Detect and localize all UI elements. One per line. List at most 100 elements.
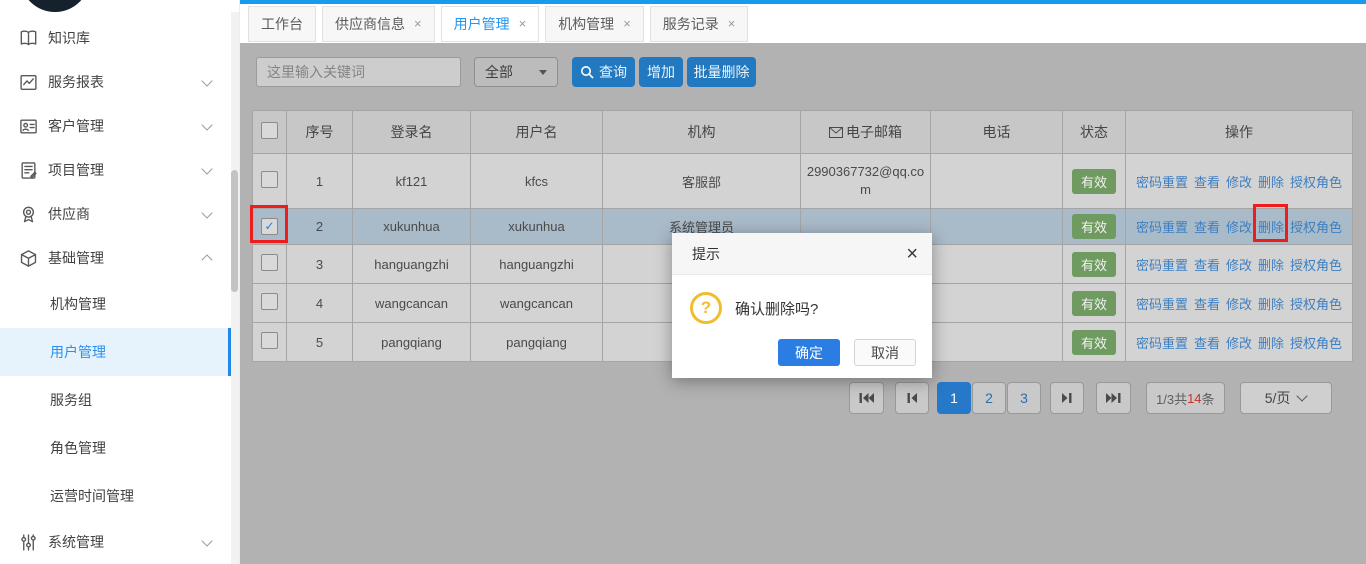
sidebar-item-label: 运营时间管理 <box>50 486 134 506</box>
tab-label: 工作台 <box>261 14 303 34</box>
query-button[interactable]: 查询 <box>572 57 635 87</box>
row-checkbox[interactable] <box>261 254 278 271</box>
sidebar-item-service-group[interactable]: 服务组 <box>0 376 239 424</box>
sidebar-item-service-reports[interactable]: 服务报表 <box>0 60 239 104</box>
annotation-box-checkbox <box>250 205 288 243</box>
sidebar-item-label: 机构管理 <box>50 294 106 314</box>
header-cell: 序号 <box>287 111 353 154</box>
view-link[interactable]: 查看 <box>1194 175 1220 190</box>
header-label: 电子邮箱 <box>846 124 902 140</box>
sidebar-item-operation-time-mgmt[interactable]: 运营时间管理 <box>0 472 239 520</box>
delete-link[interactable]: 删除 <box>1258 175 1284 190</box>
pagination-first-button[interactable] <box>849 382 884 414</box>
cell-phone <box>931 209 1063 245</box>
authorize-role-link[interactable]: 授权角色 <box>1290 175 1342 190</box>
delete-link[interactable]: 删除 <box>1258 297 1284 312</box>
chevron-down-icon <box>1297 390 1308 401</box>
select-all-checkbox[interactable] <box>261 122 278 139</box>
delete-link[interactable]: 删除 <box>1258 258 1284 273</box>
pagination-info-suffix: 条 <box>1202 389 1215 408</box>
sidebar-item-system-mgmt[interactable]: 系统管理 <box>0 520 239 564</box>
row-checkbox[interactable] <box>261 332 278 349</box>
tab-close-icon[interactable]: × <box>414 17 422 30</box>
cell-seq: 1 <box>287 154 353 209</box>
supplier-badge-icon <box>19 205 38 224</box>
pagination-prev-button[interactable] <box>895 382 929 414</box>
add-button[interactable]: 增加 <box>639 57 683 87</box>
tab-close-icon[interactable]: × <box>519 17 527 30</box>
delete-link[interactable]: 删除 <box>1258 336 1284 351</box>
cell-org: 客服部 <box>603 154 801 209</box>
row-checkbox[interactable] <box>261 171 278 188</box>
view-link[interactable]: 查看 <box>1194 297 1220 312</box>
tab-close-icon[interactable]: × <box>728 17 736 30</box>
sidebar-item-knowledge-base[interactable]: 知识库 <box>0 16 239 60</box>
authorize-role-link[interactable]: 授权角色 <box>1290 220 1342 235</box>
sidebar-item-customer-mgmt[interactable]: 客户管理 <box>0 104 239 148</box>
pagination-page-3[interactable]: 3 <box>1007 382 1041 414</box>
sidebar-item-label: 项目管理 <box>48 160 104 180</box>
search-input[interactable] <box>256 57 461 87</box>
tab-service-records[interactable]: 服务记录× <box>650 6 749 42</box>
page-size-select[interactable]: 5/页 <box>1240 382 1332 414</box>
header-cell: 机构 <box>603 111 801 154</box>
cell-phone <box>931 323 1063 362</box>
password-reset-link[interactable]: 密码重置 <box>1136 336 1188 351</box>
cell-status: 有效 <box>1063 154 1126 209</box>
sidebar-item-project-mgmt[interactable]: 项目管理 <box>0 148 239 192</box>
edit-link[interactable]: 修改 <box>1226 220 1252 235</box>
authorize-role-link[interactable]: 授权角色 <box>1290 297 1342 312</box>
pagination-page-1[interactable]: 1 <box>937 382 971 414</box>
pagination-info: 1/3共14条 <box>1146 382 1225 414</box>
cell-checkbox <box>253 284 287 323</box>
confirm-button[interactable]: 确定 <box>778 339 840 366</box>
page-size-value: 5/页 <box>1265 388 1291 408</box>
tab-close-icon[interactable]: × <box>623 17 631 30</box>
sidebar-item-org-mgmt[interactable]: 机构管理 <box>0 280 239 328</box>
edit-link[interactable]: 修改 <box>1226 297 1252 312</box>
password-reset-link[interactable]: 密码重置 <box>1136 220 1188 235</box>
tab-org-mgmt[interactable]: 机构管理× <box>545 6 644 42</box>
cell-checkbox <box>253 245 287 284</box>
chevron-down-icon <box>201 75 212 86</box>
password-reset-link[interactable]: 密码重置 <box>1136 297 1188 312</box>
sidebar-item-label: 基础管理 <box>48 248 104 268</box>
cell-username: kfcs <box>471 154 603 209</box>
sidebar-item-role-mgmt[interactable]: 角色管理 <box>0 424 239 472</box>
cancel-button[interactable]: 取消 <box>854 339 916 366</box>
pagination-last-button[interactable] <box>1096 382 1131 414</box>
cell-checkbox <box>253 323 287 362</box>
edit-link[interactable]: 修改 <box>1226 258 1252 273</box>
edit-link[interactable]: 修改 <box>1226 336 1252 351</box>
cell-status: 有效 <box>1063 323 1126 362</box>
authorize-role-link[interactable]: 授权角色 <box>1290 336 1342 351</box>
cube-icon <box>19 249 38 268</box>
app-window: 知识库服务报表客户管理项目管理供应商基础管理机构管理用户管理服务组角色管理运营时… <box>0 0 1366 564</box>
view-link[interactable]: 查看 <box>1194 336 1220 351</box>
sidebar-scrollbar-track[interactable] <box>231 12 239 564</box>
cell-status: 有效 <box>1063 284 1126 323</box>
batch-delete-button[interactable]: 批量删除 <box>687 57 756 87</box>
tab-supplier-info[interactable]: 供应商信息× <box>322 6 435 42</box>
view-link[interactable]: 查看 <box>1194 220 1220 235</box>
row-checkbox[interactable] <box>261 293 278 310</box>
sidebar-item-supplier[interactable]: 供应商 <box>0 192 239 236</box>
table-row[interactable]: 1kf121kfcs客服部2990367732@qq.com有效密码重置查看修改… <box>253 154 1353 209</box>
project-doc-icon <box>19 161 38 180</box>
sidebar-item-basic-mgmt[interactable]: 基础管理 <box>0 236 239 280</box>
pagination-next-button[interactable] <box>1050 382 1084 414</box>
password-reset-link[interactable]: 密码重置 <box>1136 258 1188 273</box>
tab-workbench[interactable]: 工作台 <box>248 6 316 42</box>
authorize-role-link[interactable]: 授权角色 <box>1290 258 1342 273</box>
sidebar-item-user-mgmt[interactable]: 用户管理 <box>0 328 239 376</box>
close-icon[interactable]: × <box>906 244 918 264</box>
tab-user-mgmt[interactable]: 用户管理× <box>441 6 540 42</box>
filter-select[interactable]: 全部 <box>474 57 558 87</box>
pagination-page-2[interactable]: 2 <box>972 382 1006 414</box>
header-cell: 状态 <box>1063 111 1126 154</box>
edit-link[interactable]: 修改 <box>1226 175 1252 190</box>
status-badge: 有效 <box>1072 214 1116 239</box>
view-link[interactable]: 查看 <box>1194 258 1220 273</box>
password-reset-link[interactable]: 密码重置 <box>1136 175 1188 190</box>
sidebar-scrollbar-thumb[interactable] <box>231 170 238 292</box>
